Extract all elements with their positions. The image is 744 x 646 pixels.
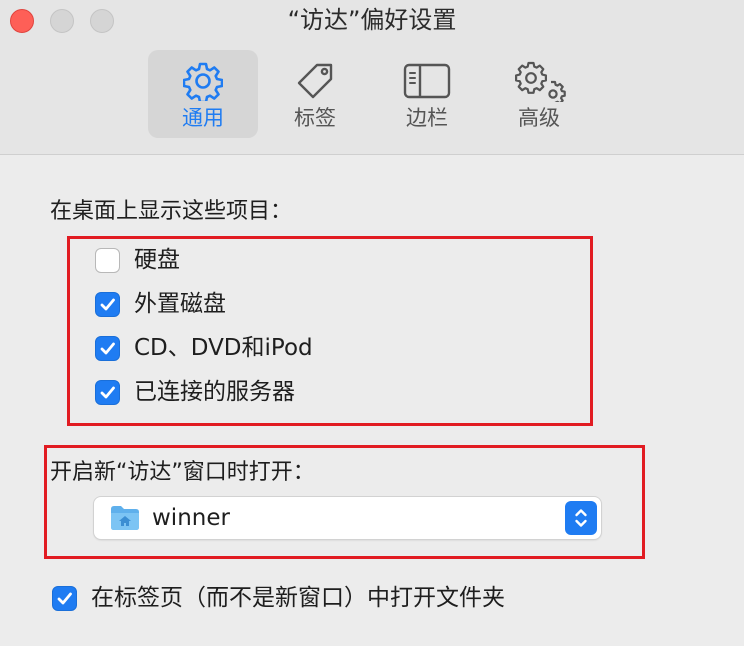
- open-folders-in-tabs-label: 在标签页（而不是新窗口）中打开文件夹: [91, 585, 505, 611]
- checkbox-row-hard-disks[interactable]: 硬盘: [95, 245, 180, 275]
- tab-sidebar-label: 边栏: [406, 106, 448, 130]
- tab-advanced-label: 高级: [518, 106, 560, 130]
- tab-advanced[interactable]: 高级: [484, 50, 594, 138]
- checkmark-icon: [100, 298, 115, 310]
- new-window-location-popup[interactable]: winner: [94, 497, 601, 539]
- window-title: “访达”偏好设置: [287, 6, 457, 34]
- cds-dvds-ipods-checkbox[interactable]: [95, 335, 120, 361]
- checkbox-row-open-folders-in-tabs[interactable]: 在标签页（而不是新窗口）中打开文件夹: [52, 583, 505, 613]
- checkbox-row-connected-servers[interactable]: 已连接的服务器: [95, 377, 295, 407]
- new-window-heading: 开启新“访达”窗口时打开：: [50, 460, 315, 485]
- tab-sidebar[interactable]: 边栏: [372, 50, 482, 138]
- up-down-chevron-icon: [575, 509, 587, 527]
- popup-stepper-button[interactable]: [565, 501, 597, 535]
- hard-disks-checkbox[interactable]: [95, 247, 120, 273]
- connected-servers-label: 已连接的服务器: [134, 379, 295, 405]
- cds-dvds-ipods-label: CD、DVD和iPod: [134, 335, 313, 361]
- gear-icon: [148, 62, 258, 101]
- checkmark-icon: [100, 386, 115, 398]
- checkbox-row-cds-dvds-ipods[interactable]: CD、DVD和iPod: [95, 333, 313, 363]
- finder-preferences-window: “访达”偏好设置 通用 标签 边栏 高级 在桌面上显示这些项目： 硬盘 外置磁盘…: [0, 0, 744, 646]
- checkmark-icon: [57, 592, 72, 604]
- toolbar: “访达”偏好设置 通用 标签 边栏 高级: [0, 0, 744, 155]
- external-disks-label: 外置磁盘: [134, 291, 226, 317]
- checkbox-row-external-disks[interactable]: 外置磁盘: [95, 289, 226, 319]
- external-disks-checkbox[interactable]: [95, 291, 120, 317]
- tab-tags-label: 标签: [294, 106, 336, 130]
- checkmark-icon: [100, 342, 115, 354]
- tab-general-label: 通用: [182, 106, 224, 130]
- tab-tags[interactable]: 标签: [260, 50, 370, 138]
- open-folders-in-tabs-checkbox[interactable]: [52, 585, 77, 611]
- connected-servers-checkbox[interactable]: [95, 379, 120, 405]
- home-folder-icon: [110, 505, 140, 531]
- sidebar-icon: [372, 62, 482, 100]
- tab-general[interactable]: 通用: [148, 50, 258, 138]
- hard-disks-label: 硬盘: [134, 247, 180, 273]
- new-window-location-value: winner: [152, 505, 230, 531]
- desktop-items-heading: 在桌面上显示这些项目：: [50, 199, 293, 224]
- tag-icon: [260, 62, 370, 100]
- gears-icon: [484, 61, 594, 102]
